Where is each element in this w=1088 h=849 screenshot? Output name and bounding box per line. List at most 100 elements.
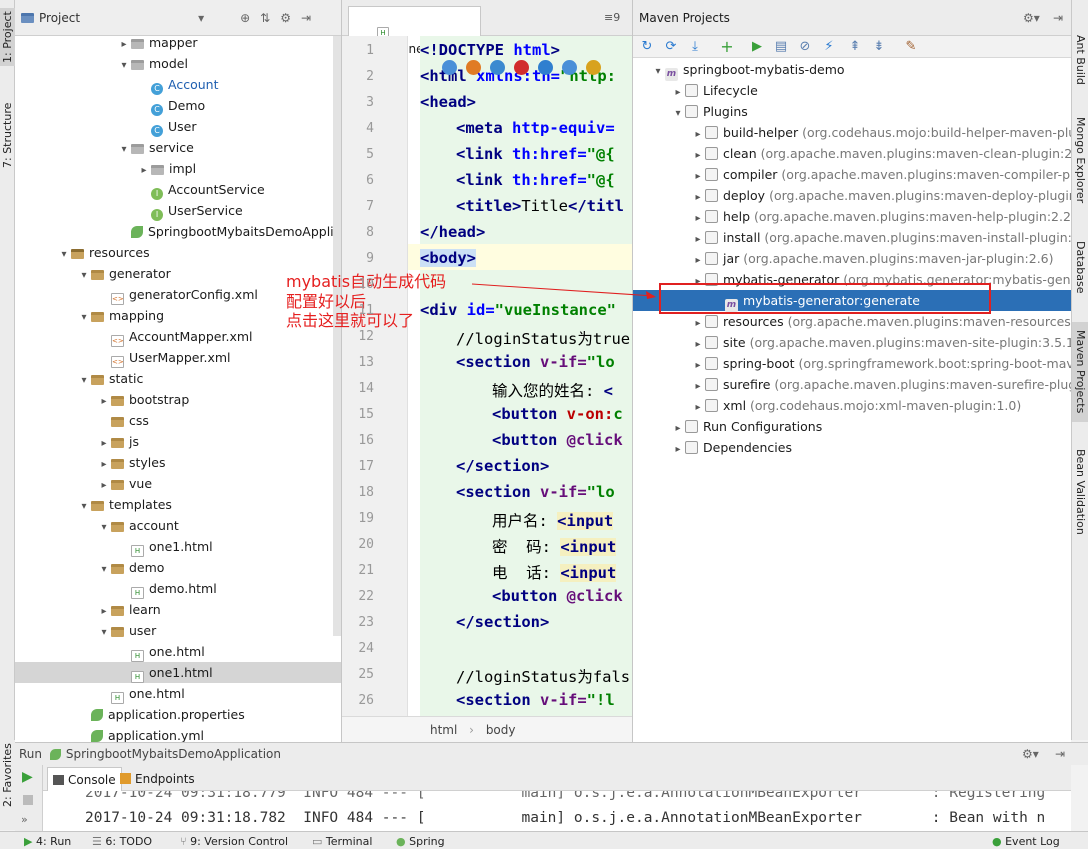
gear-icon[interactable]: ⚙▾: [1023, 0, 1040, 36]
hide-icon[interactable]: ⇥: [301, 11, 311, 25]
expanded-arrow-icon[interactable]: ▾: [117, 55, 131, 76]
project-panel-title[interactable]: Project: [39, 11, 80, 25]
collapsed-arrow-icon[interactable]: ▸: [97, 454, 111, 475]
expanded-arrow-icon[interactable]: ▾: [671, 103, 685, 124]
collapsed-arrow-icon[interactable]: ▸: [691, 376, 705, 397]
project-tree-item[interactable]: Hone.html: [15, 641, 341, 662]
collapsed-arrow-icon[interactable]: ▸: [691, 313, 705, 334]
terminal-tool-button[interactable]: ▭ Terminal: [312, 835, 372, 848]
maven-plugin-item[interactable]: ▸ xml (org.codehaus.mojo:xml-maven-plugin…: [633, 395, 1071, 416]
safari-icon[interactable]: [490, 60, 505, 75]
maven-plugin-item[interactable]: ▸ build-helper (org.codehaus.mojo:build-h…: [633, 122, 1071, 143]
expanded-arrow-icon[interactable]: ▾: [77, 265, 91, 286]
maven-lifecycle[interactable]: ▸ Lifecycle: [633, 80, 1071, 101]
download-icon[interactable]: ⤓: [687, 39, 703, 55]
project-tree-item[interactable]: I AccountService: [15, 179, 341, 200]
editor-tab-one1-html[interactable]: H user\one1.html ×: [348, 6, 481, 84]
maven-plugin-item[interactable]: ▸ deploy (org.apache.maven.plugins:maven-…: [633, 185, 1071, 206]
maven-run-configurations[interactable]: ▸ Run Configurations: [633, 416, 1071, 437]
todo-tool-button[interactable]: ☰ 6: TODO: [92, 835, 152, 848]
rerun-icon[interactable]: ▶: [22, 769, 33, 785]
spring-tool-button[interactable]: ● Spring: [396, 835, 445, 848]
collapsed-arrow-icon[interactable]: ▸: [691, 145, 705, 166]
project-tree-item[interactable]: C Account: [15, 74, 341, 95]
chrome-icon[interactable]: [442, 60, 457, 75]
collapsed-arrow-icon[interactable]: ▸: [691, 124, 705, 145]
project-tree-item[interactable]: ▾ model: [15, 53, 341, 76]
project-tree-item[interactable]: Hone.html: [15, 683, 341, 704]
maven-dependencies[interactable]: ▸ Dependencies: [633, 437, 1071, 458]
project-tree-item[interactable]: <> UserMapper.xml: [15, 347, 341, 368]
project-tree-item[interactable]: Hone1.html: [15, 662, 341, 683]
version-control-tool-button[interactable]: ⑂ 9: Version Control: [180, 835, 288, 848]
expanded-arrow-icon[interactable]: ▾: [97, 559, 111, 580]
maven-projects-tool-tab[interactable]: Maven Projects: [1072, 322, 1088, 422]
project-tree-item[interactable]: ▾ user: [15, 620, 341, 641]
project-tree-item[interactable]: ▸ styles: [15, 452, 341, 475]
structure-tool-tab[interactable]: 7: Structure: [0, 100, 15, 170]
expanded-arrow-icon[interactable]: ▾: [651, 61, 665, 82]
breadcrumb-body[interactable]: body: [486, 723, 516, 737]
project-tree-item[interactable]: I UserService: [15, 200, 341, 221]
project-tree-item[interactable]: Hone1.html: [15, 536, 341, 557]
collapsed-arrow-icon[interactable]: ▸: [691, 187, 705, 208]
collapsed-arrow-icon[interactable]: ▸: [671, 82, 685, 103]
maven-plugin-item[interactable]: ▸ site (org.apache.maven.plugins:maven-si…: [633, 332, 1071, 353]
project-tree-item[interactable]: css: [15, 410, 341, 431]
project-tree-item[interactable]: ▸ vue: [15, 473, 341, 494]
stop-icon[interactable]: [23, 795, 33, 805]
generate-sources-icon[interactable]: ⟳: [663, 39, 679, 55]
expanded-arrow-icon[interactable]: ▾: [77, 307, 91, 328]
settings-wrench-icon[interactable]: ✎: [903, 39, 919, 55]
maven-plugin-item[interactable]: ▸ clean (org.apache.maven.plugins:maven-c…: [633, 143, 1071, 164]
gear-icon[interactable]: ⚙▾: [1022, 743, 1039, 765]
collapsed-arrow-icon[interactable]: ▸: [691, 250, 705, 271]
firefox-icon[interactable]: [466, 60, 481, 75]
ant-build-tool-tab[interactable]: Ant Build: [1072, 30, 1088, 90]
opera-icon[interactable]: [514, 60, 529, 75]
collapsed-arrow-icon[interactable]: ▸: [137, 160, 151, 181]
add-icon[interactable]: +: [719, 39, 735, 55]
project-tree-item[interactable]: ▾ templates: [15, 494, 341, 515]
reimport-icon[interactable]: ↻: [639, 39, 655, 55]
maven-plugin-item[interactable]: ▸ compiler (org.apache.maven.plugins:mave…: [633, 164, 1071, 185]
collapsed-arrow-icon[interactable]: ▸: [691, 208, 705, 229]
project-tree-item[interactable]: application.properties: [15, 704, 341, 725]
maven-plugins[interactable]: ▾ Plugins: [633, 101, 1071, 122]
run-config-name[interactable]: SpringbootMybaitsDemoApplication: [66, 747, 281, 761]
expand-all-icon[interactable]: ⇟: [871, 39, 887, 55]
favorites-tool-tab[interactable]: 2: Favorites: [0, 740, 15, 810]
event-log-tool-button[interactable]: ● Event Log: [992, 835, 1060, 848]
execute-goal-icon[interactable]: ▤: [773, 39, 789, 55]
project-tree-item[interactable]: C User: [15, 116, 341, 137]
hide-panel-icon[interactable]: ⇥: [1055, 743, 1065, 765]
maven-root[interactable]: ▾ m springboot-mybatis-demo: [633, 59, 1071, 82]
collapsed-arrow-icon[interactable]: ▸: [691, 229, 705, 250]
hide-panel-icon[interactable]: ⇥: [1053, 0, 1063, 36]
project-tree-item[interactable]: ▸ bootstrap: [15, 389, 341, 412]
endpoints-tab[interactable]: Endpoints: [115, 767, 200, 791]
gear-icon[interactable]: ⚙: [280, 11, 291, 25]
collapsed-arrow-icon[interactable]: ▸: [97, 601, 111, 622]
project-tree-item[interactable]: application.yml: [15, 725, 341, 742]
expanded-arrow-icon[interactable]: ▾: [57, 244, 71, 265]
dropdown-icon[interactable]: ▾: [198, 11, 204, 25]
collapsed-arrow-icon[interactable]: ▸: [97, 391, 111, 412]
chromium-icon[interactable]: [586, 60, 601, 75]
expanded-arrow-icon[interactable]: ▾: [97, 517, 111, 538]
collapse-all-icon[interactable]: ⇞: [847, 39, 863, 55]
collapsed-arrow-icon[interactable]: ▸: [691, 334, 705, 355]
maven-plugin-item[interactable]: ▸ install (org.apache.maven.plugins:maven…: [633, 227, 1071, 248]
project-tree-item[interactable]: ▾ account: [15, 515, 341, 538]
skip-tests-icon[interactable]: ⚡: [821, 39, 837, 55]
database-tool-tab[interactable]: Database: [1072, 232, 1088, 302]
collapsed-arrow-icon[interactable]: ▸: [691, 397, 705, 418]
console-output[interactable]: 2017-10-24 09:31:18.779 INFO 484 --- [ m…: [43, 791, 1071, 831]
project-tree-item[interactable]: C Demo: [15, 95, 341, 116]
collapsed-arrow-icon[interactable]: ▸: [97, 433, 111, 454]
expanded-arrow-icon[interactable]: ▾: [117, 139, 131, 160]
toggle-offline-icon[interactable]: ⊘: [797, 39, 813, 55]
collapsed-arrow-icon[interactable]: ▸: [671, 439, 685, 460]
collapsed-arrow-icon[interactable]: ▸: [671, 418, 685, 439]
maven-plugin-item[interactable]: ▸ resources (org.apache.maven.plugins:mav…: [633, 311, 1071, 332]
